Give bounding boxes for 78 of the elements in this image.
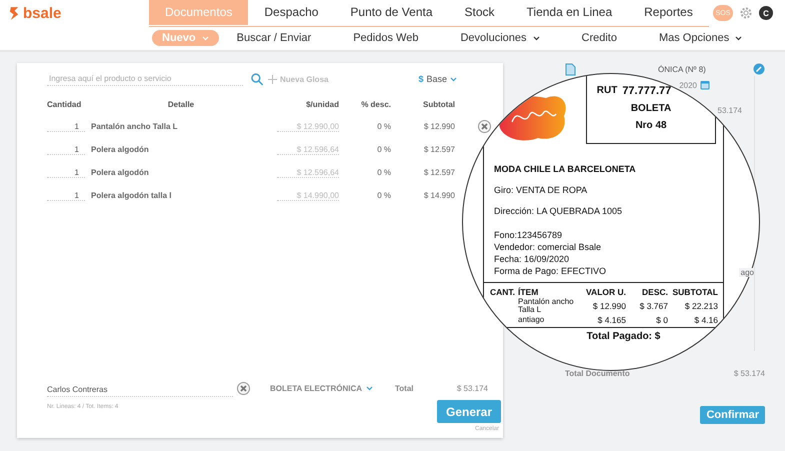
item-detail: Polera algodón talla l xyxy=(91,191,172,200)
calendar-icon[interactable] xyxy=(700,80,710,90)
subnav-item[interactable]: Buscar / Enviar xyxy=(226,30,322,46)
rut-label: RUT xyxy=(596,85,618,97)
item-detail: Polera algodón xyxy=(91,145,150,154)
rut-number: 77.777.77 xyxy=(622,85,672,97)
quantity-field[interactable]: 1 xyxy=(47,122,85,132)
discount-cell-text: 0 % xyxy=(376,168,391,177)
receipt-unit-price: $ 12.990 xyxy=(592,301,626,311)
nav-tab[interactable]: Tienda en Linea xyxy=(510,0,628,24)
settings-icon[interactable] xyxy=(739,6,753,20)
item-detail: Polera algodón xyxy=(91,168,150,177)
quantity-field[interactable]: 1 xyxy=(47,190,85,200)
brand-name: bsale xyxy=(23,4,62,22)
discount-cell-text: 0 % xyxy=(376,145,391,154)
address-line: Dirección: LA QUEBRADA 1005 xyxy=(494,206,624,216)
subtotal-cell-text: $ 12.990 xyxy=(422,122,455,131)
receipt-column-header: SUBTOTAL xyxy=(672,287,718,297)
discount-cell-text: 0 % xyxy=(376,191,391,200)
receipt-number: Nro 48 xyxy=(635,120,667,131)
receipt-item: antiago xyxy=(518,316,546,324)
quantity-field[interactable]: 1 xyxy=(47,168,85,178)
subnav-item[interactable]: Devoluciones xyxy=(450,30,550,46)
receipt-column-header: ÍTEM xyxy=(518,287,540,297)
clear-icon[interactable] xyxy=(237,382,250,394)
total-document-amount: $ 53.174 xyxy=(734,369,765,378)
column-header: $/unidad xyxy=(305,100,339,108)
document-title: ÓNICA (Nº 8) xyxy=(658,64,706,74)
receipt-discount: $ 0 xyxy=(655,315,668,325)
nav-tab[interactable]: Punto de Venta xyxy=(334,0,448,24)
receipt-detail-line: Forma de Pago: EFECTIVO xyxy=(494,266,608,276)
item-detail: Pantalón ancho Talla L xyxy=(91,122,179,131)
receipt-unit-price: $ 4.165 xyxy=(596,315,626,325)
receipt-subtotal: $ 22.213 xyxy=(684,301,718,311)
user-avatar[interactable]: C xyxy=(759,6,773,20)
remove-icon[interactable] xyxy=(478,120,491,133)
document-amount: 53.174 xyxy=(718,106,742,115)
receipt-column-header: CANT. xyxy=(490,287,516,297)
search-icon[interactable] xyxy=(251,72,264,86)
receipt-column-header: DESC. xyxy=(641,287,668,297)
price-list-dropdown[interactable]: $ Base xyxy=(418,74,457,84)
total-document-label: Total Documento xyxy=(565,369,630,378)
total-label: Total xyxy=(395,384,414,392)
column-header: % desc. xyxy=(360,100,391,108)
receipt-column-header: VALOR U. xyxy=(585,287,626,297)
logo-icon xyxy=(9,6,20,20)
total-amount: $ 53.174 xyxy=(456,384,488,392)
nav-tab[interactable]: Despacho xyxy=(248,0,334,24)
receipt-discount: $ 3.767 xyxy=(638,301,668,311)
nav-tab[interactable]: Reportes xyxy=(628,0,709,24)
caret-icon xyxy=(366,386,373,390)
document-type-dropdown[interactable]: BOLETA ELECTRÓNICA xyxy=(270,384,373,392)
receipt-type: BOLETA xyxy=(630,103,672,114)
column-header: Detalle xyxy=(166,100,196,108)
document-icon xyxy=(565,62,576,76)
receipt-total: Total Pagado: $ xyxy=(586,331,660,342)
plus-icon xyxy=(268,74,277,84)
document-date: 2020 xyxy=(679,80,697,90)
receipt-subtotal: $ 4.16 xyxy=(693,315,718,325)
caret-icon xyxy=(450,76,457,82)
payment-label: ago xyxy=(738,268,754,277)
subnav-item[interactable]: Credito xyxy=(572,30,627,46)
subtotal-cell-text: $ 14.990 xyxy=(422,191,455,200)
company-name: MODA CHILE LA BARCELONETA xyxy=(494,164,637,174)
subnav-item[interactable]: Pedidos Web xyxy=(343,30,428,46)
subtotal-cell-text: $ 12.597 xyxy=(422,145,455,154)
discount-cell-text: 0 % xyxy=(376,122,391,131)
subtotal-cell-text: $ 12.597 xyxy=(422,168,455,177)
nav-tab[interactable]: Stock xyxy=(448,0,511,24)
quantity-field[interactable]: 1 xyxy=(47,144,85,154)
receipt-detail-line: Fecha: 16/09/2020 xyxy=(494,254,570,264)
column-header: Cantidad xyxy=(47,100,82,108)
subnav-item[interactable]: Mas Opciones xyxy=(648,30,752,46)
receipt-detail-line: Vendedor: comercial Bsale xyxy=(494,242,602,252)
column-header: Subtotal xyxy=(422,100,455,108)
receipt-detail-line: Fono:123456789 xyxy=(494,230,564,240)
business-line: Giro: VENTA DE ROPA xyxy=(494,185,588,195)
edit-icon[interactable] xyxy=(753,63,765,75)
